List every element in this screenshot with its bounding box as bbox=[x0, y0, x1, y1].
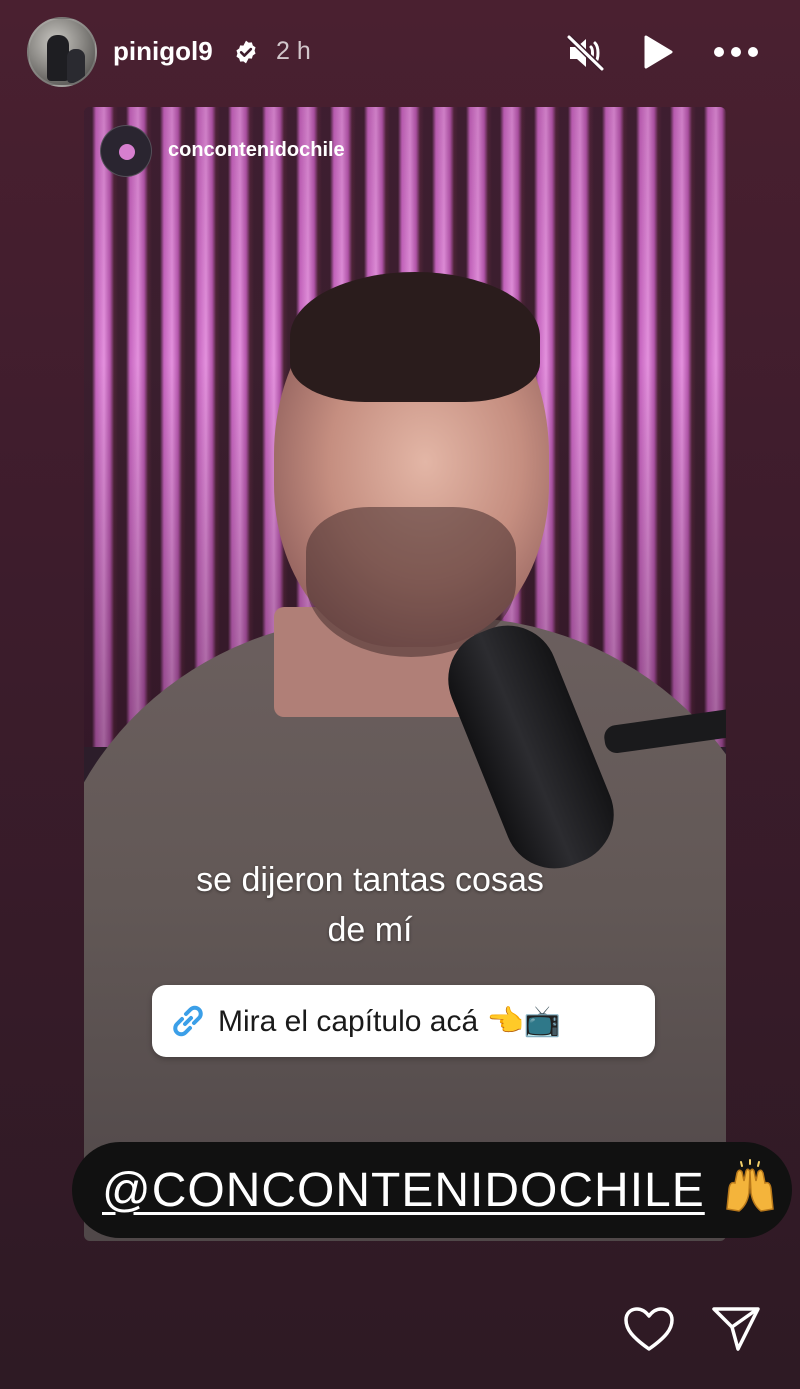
mention-sticker[interactable]: @CONCONTENIDOCHILE bbox=[72, 1142, 792, 1238]
muted-speaker-icon[interactable] bbox=[566, 34, 606, 72]
avatar-figure bbox=[47, 35, 69, 81]
video-caption: se dijeron tantas cosas de mí bbox=[84, 855, 656, 955]
play-icon[interactable] bbox=[640, 34, 674, 70]
raising-hands-icon bbox=[725, 1159, 774, 1212]
person-hair bbox=[290, 272, 540, 402]
caption-line-2: de mí bbox=[327, 911, 413, 949]
link-icon bbox=[173, 1005, 203, 1037]
story-media[interactable]: concontenidochile se dijeron tantas cosa… bbox=[84, 107, 726, 1241]
avatar[interactable] bbox=[27, 17, 97, 87]
story-header: pinigol9 2 h bbox=[0, 0, 800, 105]
embedded-account-logo[interactable] bbox=[100, 125, 152, 177]
heart-icon[interactable] bbox=[622, 1305, 676, 1353]
avatar-figure-child bbox=[67, 49, 85, 83]
mention-label: @CONCONTENIDOCHILE bbox=[102, 1163, 705, 1217]
more-options-icon[interactable] bbox=[712, 44, 760, 60]
caption-line-1: se dijeron tantas cosas bbox=[196, 861, 544, 899]
send-icon[interactable] bbox=[710, 1303, 762, 1353]
link-sticker[interactable]: Mira el capítulo acá 👈📺 bbox=[152, 985, 655, 1057]
username[interactable]: pinigol9 bbox=[113, 36, 213, 67]
link-sticker-label: Mira el capítulo acá 👈📺 bbox=[218, 1004, 562, 1038]
verified-badge-icon bbox=[236, 40, 256, 64]
embedded-account-name[interactable]: concontenidochile bbox=[168, 139, 345, 162]
post-time: 2 h bbox=[276, 37, 311, 65]
